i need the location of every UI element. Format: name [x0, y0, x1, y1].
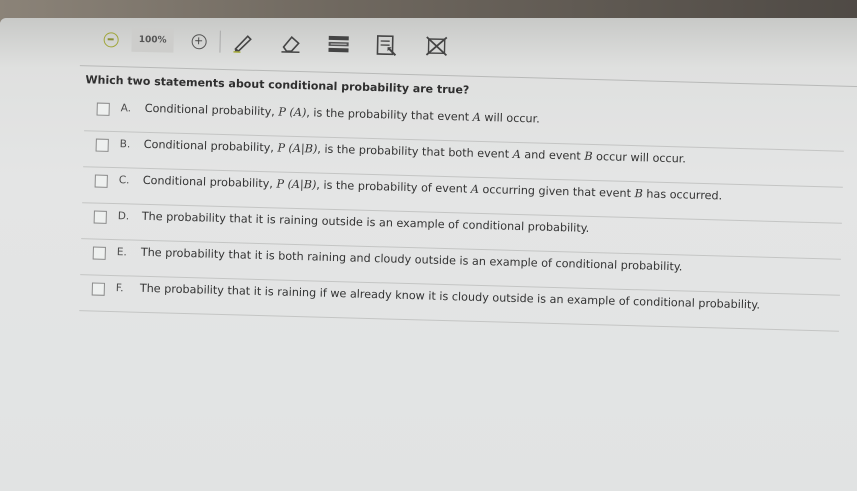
option-letter: B.	[119, 138, 131, 151]
highlighter-icon	[328, 35, 349, 53]
checkbox[interactable]	[96, 102, 110, 116]
zoom-in-icon: +	[191, 33, 207, 49]
highlighter-button[interactable]	[323, 31, 354, 58]
eraser-icon	[281, 35, 300, 54]
toolbar-divider	[219, 30, 221, 53]
zoom-out-icon	[103, 31, 119, 48]
zoom-in-button[interactable]: +	[185, 28, 212, 55]
option-letter: D.	[117, 210, 130, 223]
checkbox[interactable]	[95, 138, 109, 152]
option-letter: A.	[120, 102, 132, 115]
checkbox[interactable]	[93, 210, 107, 224]
zoom-out-button[interactable]	[97, 26, 124, 53]
checkbox[interactable]	[92, 246, 106, 260]
checkbox[interactable]	[94, 174, 108, 188]
checkbox[interactable]	[91, 282, 105, 296]
pencil-icon	[233, 35, 252, 53]
zoom-level[interactable]: 100%	[131, 27, 174, 53]
pencil-button[interactable]	[228, 29, 259, 56]
option-letter: C.	[118, 174, 130, 187]
cross-out-icon	[425, 36, 448, 57]
answer-masking-icon	[376, 35, 397, 57]
option-letter: F.	[115, 282, 124, 295]
answer-masking-button[interactable]	[371, 32, 402, 59]
option-text: Conditional probability, P (A), is the p…	[144, 101, 540, 126]
eraser-button[interactable]	[275, 30, 306, 57]
option-letter: E.	[116, 246, 127, 259]
cross-out-button[interactable]	[421, 33, 452, 60]
